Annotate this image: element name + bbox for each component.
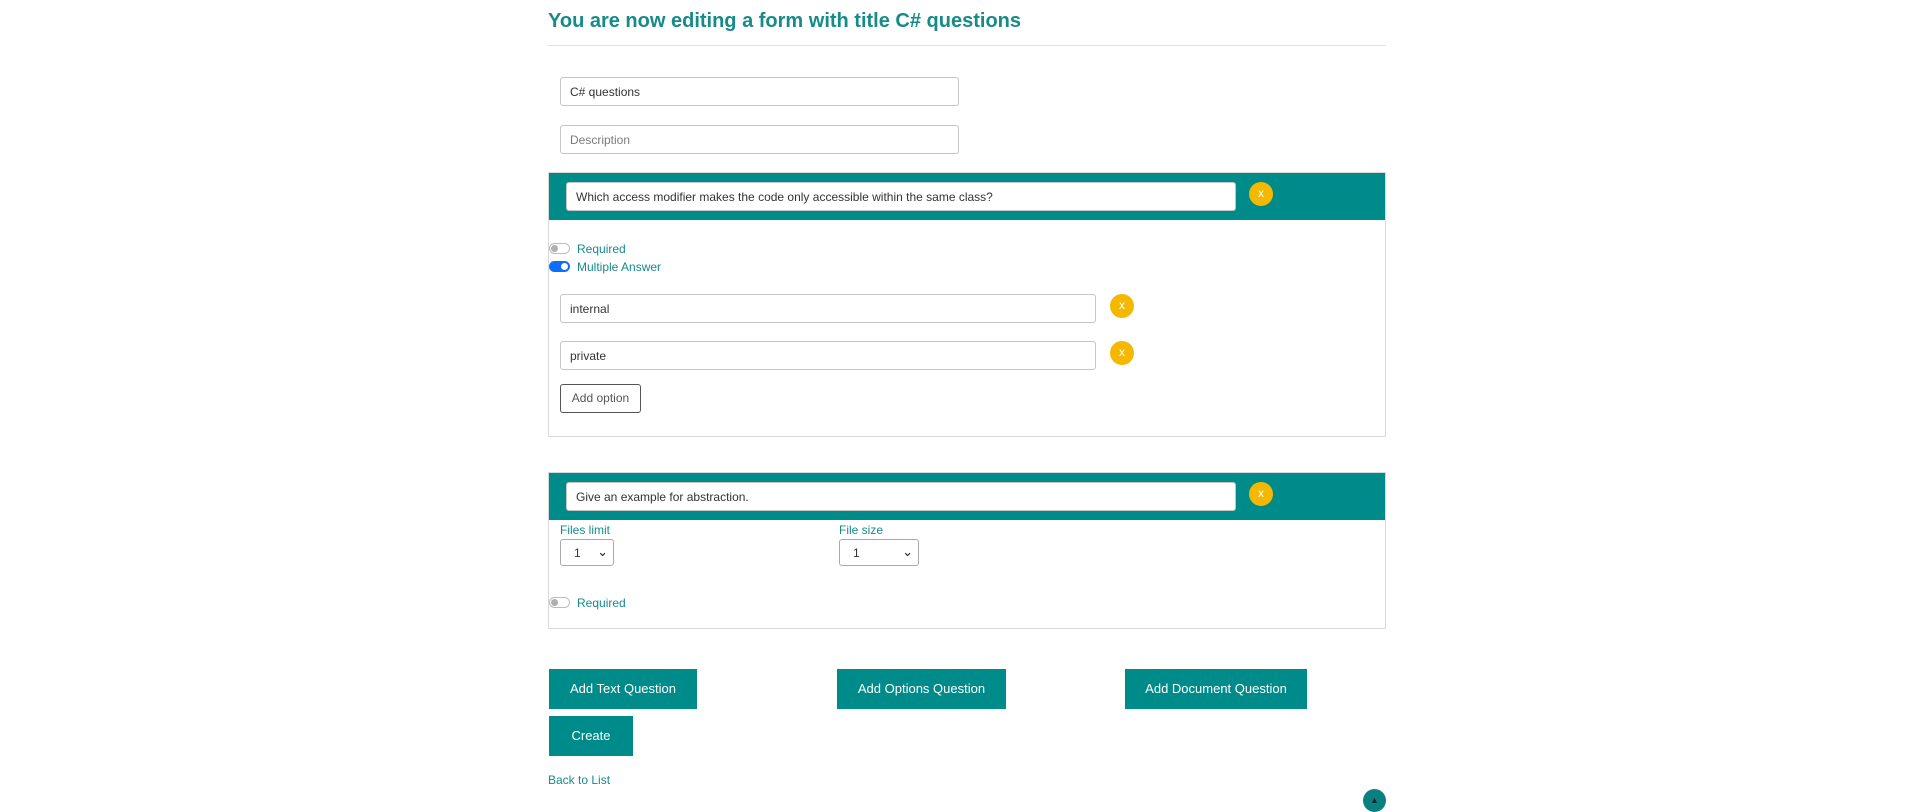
- multiple-answer-label: Multiple Answer: [577, 260, 662, 274]
- question-text-input[interactable]: [566, 182, 1236, 211]
- question-header: x: [549, 173, 1385, 220]
- chevron-down-icon: ⌄: [597, 544, 608, 559]
- arrow-up-icon: ▲: [1370, 795, 1379, 805]
- close-icon: x: [1119, 298, 1125, 312]
- required-toggle[interactable]: [549, 243, 570, 254]
- form-editor-page: You are now editing a form with title C#…: [0, 0, 1920, 812]
- add-document-question-button[interactable]: Add Document Question: [1125, 669, 1307, 709]
- create-button[interactable]: Create: [549, 716, 633, 756]
- page-title: You are now editing a form with title C#…: [548, 10, 1021, 32]
- question-card-options: x Required Multiple Answer x x Add optio…: [548, 172, 1386, 437]
- chevron-down-icon: ⌄: [902, 544, 913, 559]
- file-size-label: File size: [839, 523, 884, 537]
- close-icon: x: [1258, 186, 1264, 200]
- toggle-knob: [551, 599, 558, 606]
- remove-option-button[interactable]: x: [1110, 294, 1134, 318]
- files-limit-select[interactable]: 1 ⌄: [560, 539, 614, 566]
- required-toggle[interactable]: [549, 597, 570, 608]
- question-header: x: [549, 473, 1385, 520]
- scroll-to-top-button[interactable]: ▲: [1363, 789, 1386, 812]
- form-description-input[interactable]: [560, 125, 959, 154]
- option-input[interactable]: [560, 294, 1096, 323]
- question-text-input[interactable]: [566, 482, 1236, 511]
- files-limit-label: Files limit: [560, 523, 610, 537]
- close-icon: x: [1258, 486, 1264, 500]
- form-title-input[interactable]: [560, 77, 959, 106]
- remove-option-button[interactable]: x: [1110, 341, 1134, 365]
- files-limit-value: 1: [574, 546, 581, 560]
- remove-question-button[interactable]: x: [1249, 482, 1273, 506]
- toggle-knob: [561, 263, 568, 270]
- title-divider: [548, 45, 1386, 46]
- toggle-knob: [551, 245, 558, 252]
- back-to-list-link[interactable]: Back to List: [548, 773, 610, 787]
- remove-question-button[interactable]: x: [1249, 182, 1273, 206]
- add-option-button[interactable]: Add option: [560, 384, 641, 413]
- required-label: Required: [577, 596, 626, 610]
- option-input[interactable]: [560, 341, 1096, 370]
- file-size-value: 1: [853, 546, 860, 560]
- multiple-answer-toggle[interactable]: [549, 261, 570, 272]
- add-options-question-button[interactable]: Add Options Question: [837, 669, 1006, 709]
- add-text-question-button[interactable]: Add Text Question: [549, 669, 697, 709]
- close-icon: x: [1119, 345, 1125, 359]
- question-card-document: x Files limit 1 ⌄ File size 1 ⌄ Required: [548, 472, 1386, 629]
- file-size-select[interactable]: 1 ⌄: [839, 539, 919, 566]
- required-label: Required: [577, 242, 626, 256]
